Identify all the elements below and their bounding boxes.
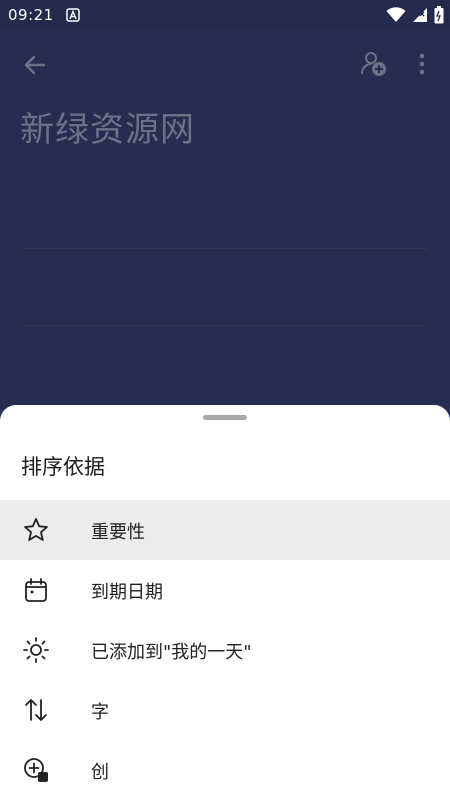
status-bar: 09:21 [0, 0, 450, 30]
wifi-icon [386, 7, 406, 22]
divider [22, 325, 428, 326]
sort-option-alphabetical[interactable]: 字 [0, 680, 450, 740]
calendar-icon [25, 578, 47, 602]
sort-bottom-sheet: 排序依据 重要性 到期日期 已添加到"我的一天" 字 创 [0, 405, 450, 800]
status-time: 09:21 [8, 6, 54, 24]
sun-icon [23, 637, 49, 663]
a-badge-icon [66, 8, 80, 22]
cellular-signal-icon [413, 8, 427, 22]
share-list-icon[interactable] [360, 50, 388, 78]
back-arrow-icon[interactable] [22, 52, 48, 78]
sort-option-creation-date[interactable]: 创 [0, 740, 450, 800]
sort-option-label: 到期日期 [91, 582, 163, 603]
sort-option-due-date[interactable]: 到期日期 [0, 560, 450, 620]
sort-option-label: 创 [91, 762, 109, 783]
list-title: 新绿资源网 [20, 110, 195, 150]
star-icon [24, 518, 48, 541]
sheet-heading: 排序依据 [21, 455, 105, 479]
sort-option-label: 字 [91, 702, 109, 723]
sort-option-label: 重要性 [91, 522, 145, 543]
add-date-icon [24, 758, 48, 782]
sort-option-label: 已添加到"我的一天" [91, 642, 252, 663]
sort-option-my-day[interactable]: 已添加到"我的一天" [0, 620, 450, 680]
divider [22, 248, 428, 249]
sort-arrows-icon [25, 699, 47, 721]
battery-icon [434, 6, 444, 24]
drag-handle[interactable] [203, 415, 247, 420]
system-icons [386, 6, 444, 24]
sort-option-importance[interactable]: 重要性 [0, 500, 450, 560]
more-vertical-icon[interactable] [412, 50, 432, 78]
